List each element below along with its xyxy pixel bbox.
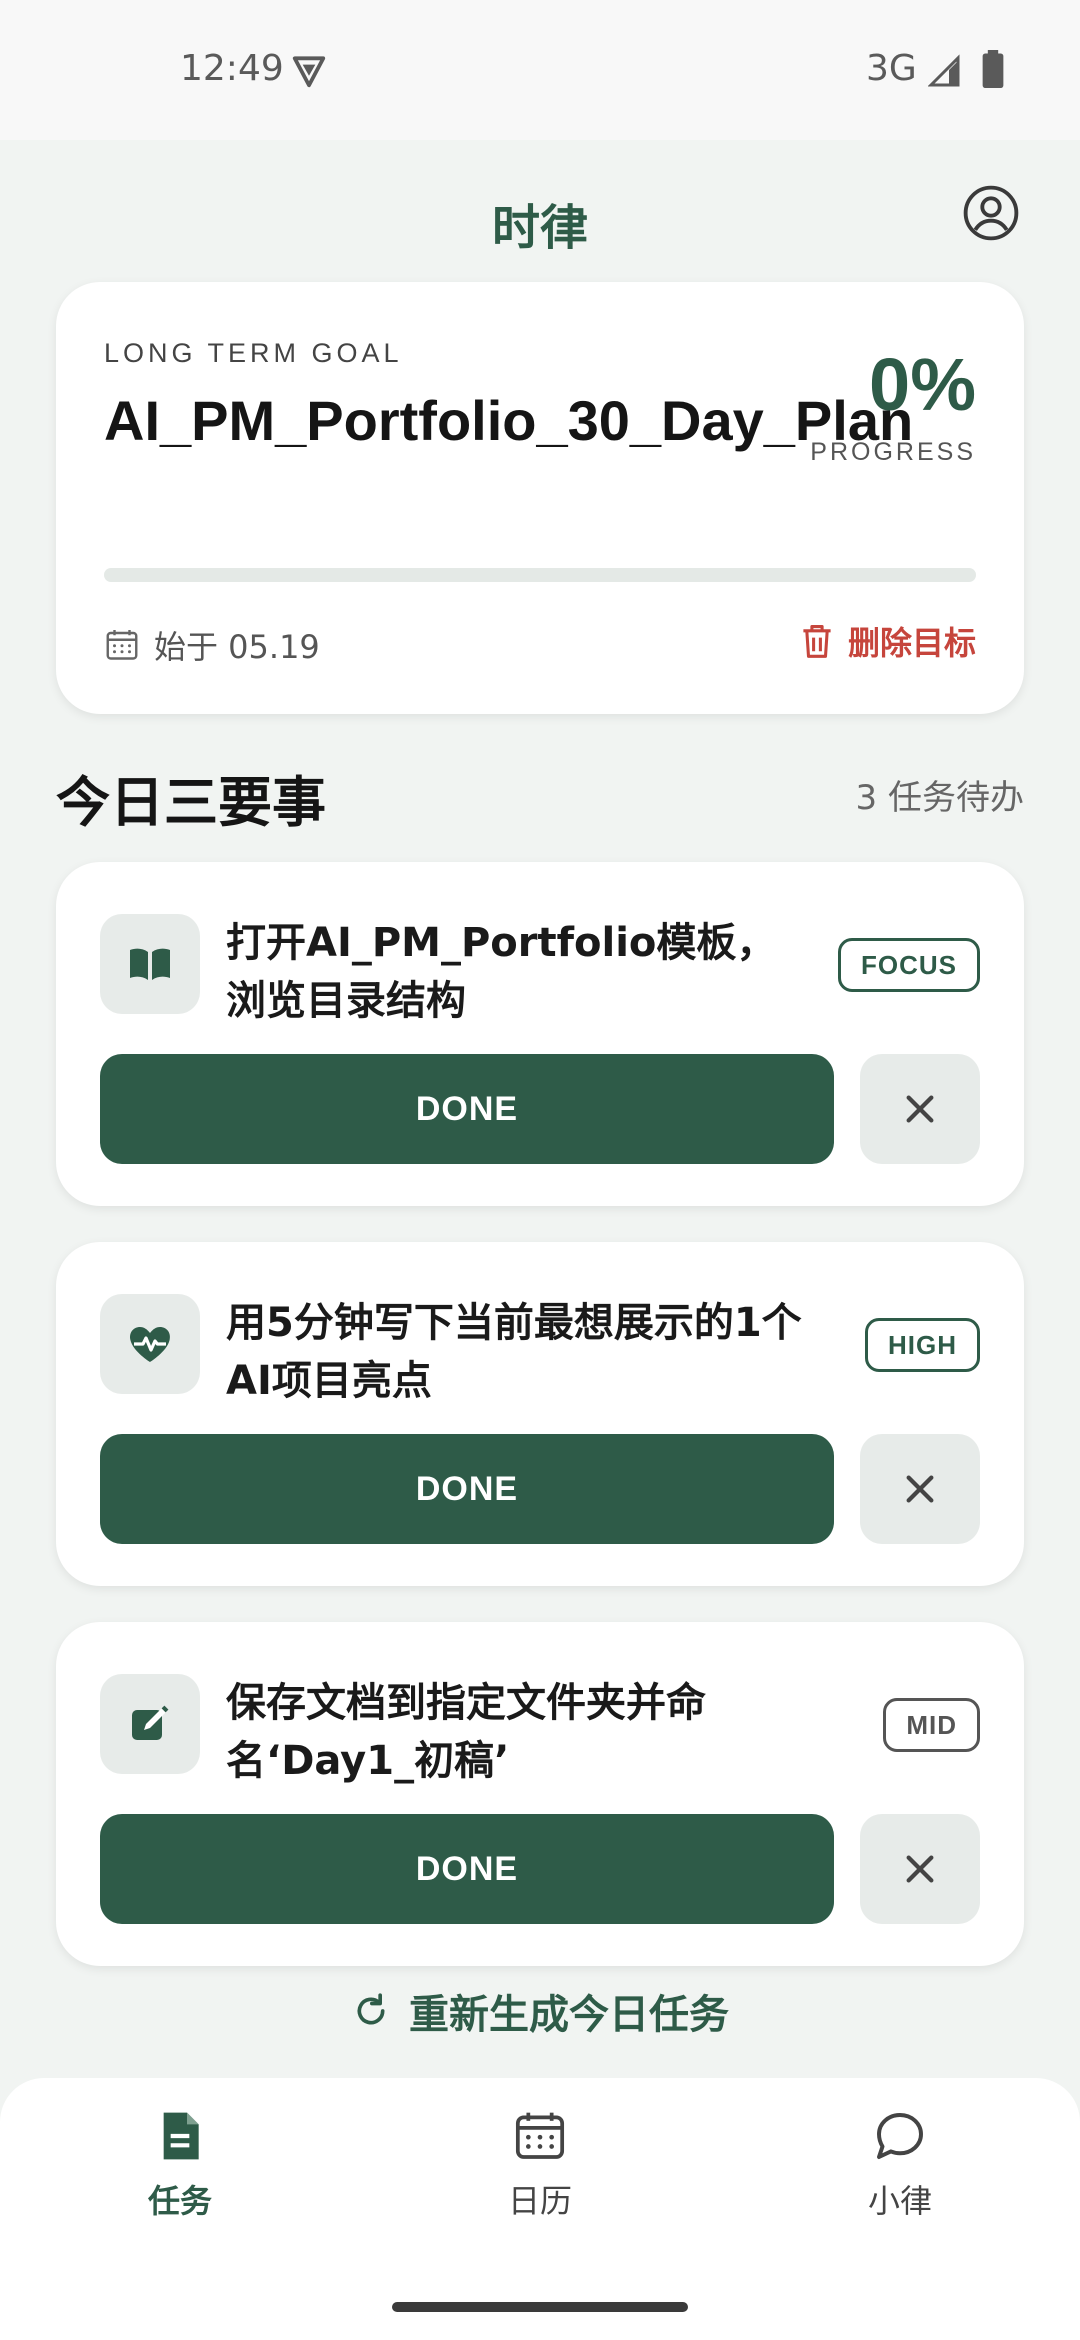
nav-label-tasks: 任务 [147, 2182, 212, 2220]
delete-goal-button[interactable]: 删除目标 [800, 618, 976, 664]
task-priority-badge: HIGH [865, 1318, 980, 1372]
delete-goal-label: 删除目标 [847, 624, 976, 662]
battery-icon [982, 50, 1004, 88]
account-circle-icon[interactable] [962, 184, 1020, 242]
task-document-icon [163, 2112, 199, 2160]
task-card: 用5分钟写下当前最想展示的1个AI项目亮点 HIGH DONE [56, 1242, 1024, 1586]
task-icon-box [100, 1294, 200, 1394]
status-bar: 12:49 3G [0, 0, 1080, 140]
nav-label-calendar: 日历 [507, 2182, 572, 2220]
task-done-button[interactable]: DONE [100, 1054, 834, 1164]
close-icon [906, 1475, 934, 1503]
nav-label-assistant: 小律 [867, 2182, 932, 2220]
today-section-header: 今日三要事 3 任务待办 [56, 750, 1024, 834]
nav-item-calendar[interactable]: 日历 [440, 2108, 640, 2222]
task-done-button[interactable]: DONE [100, 1814, 834, 1924]
heart-pulse-icon [130, 1327, 170, 1362]
task-card: 保存文档到指定文件夹并命名‘Day1_初稿’ MID DONE [56, 1622, 1024, 1966]
goal-progress-bar [104, 568, 976, 582]
status-network: 3G [866, 48, 917, 89]
bottom-navigation: 任务 日历 小律 [0, 2078, 1080, 2340]
goal-label: LONG TERM GOAL [104, 338, 403, 368]
regenerate-tasks-button[interactable]: 重新生成今日任务 [0, 1982, 1080, 2040]
close-icon [906, 1855, 934, 1883]
task-icon-box [100, 914, 200, 1014]
task-dismiss-button[interactable] [860, 1054, 980, 1164]
trash-icon [803, 625, 831, 658]
app-title: 时律 [491, 200, 588, 256]
goal-progress-percent: 0% [869, 343, 976, 426]
task-text: 用5分钟写下当前最想展示的1个AI项目亮点 [226, 1300, 802, 1404]
task-icon-box [100, 1674, 200, 1774]
chat-bubble-icon [877, 2113, 923, 2159]
calendar-icon [106, 630, 138, 660]
task-priority-badge: FOCUS [838, 938, 980, 992]
refresh-icon [357, 1993, 385, 2025]
goal-start-date: 始于 05.19 [104, 622, 320, 668]
nav-item-tasks[interactable]: 任务 [80, 2108, 280, 2222]
goal-title: AI_PM_Portfolio_30_Day_Plan [104, 389, 914, 452]
task-dismiss-button[interactable] [860, 1814, 980, 1924]
vpn-shield-icon [292, 56, 326, 88]
home-indicator [392, 2302, 688, 2312]
today-section-title: 今日三要事 [56, 771, 326, 834]
task-text: 打开AI_PM_Portfolio模板，浏览目录结构 [226, 920, 777, 1024]
goal-start-date-text: 始于 05.19 [154, 628, 320, 666]
book-icon [130, 948, 170, 980]
regenerate-tasks-label: 重新生成今日任务 [409, 1992, 729, 2038]
task-dismiss-button[interactable] [860, 1434, 980, 1544]
goal-card: LONG TERM GOAL AI_PM_Portfolio_30_Day_Pl… [56, 282, 1024, 714]
calendar-icon [515, 2112, 565, 2159]
app-bar: 时律 [0, 140, 1080, 290]
task-text: 保存文档到指定文件夹并命名‘Day1_初稿’ [226, 1680, 706, 1784]
task-card: 打开AI_PM_Portfolio模板，浏览目录结构 FOCUS DONE [56, 862, 1024, 1206]
close-icon [906, 1095, 934, 1123]
nav-item-assistant[interactable]: 小律 [800, 2108, 1000, 2222]
task-priority-badge: MID [883, 1698, 980, 1752]
today-task-count: 3 任务待办 [855, 778, 1024, 818]
task-done-button[interactable]: DONE [100, 1434, 834, 1544]
goal-progress-label: PROGRESS [810, 438, 976, 466]
status-time: 12:49 [180, 48, 284, 89]
edit-icon [132, 1705, 169, 1740]
signal-icon [928, 54, 960, 87]
